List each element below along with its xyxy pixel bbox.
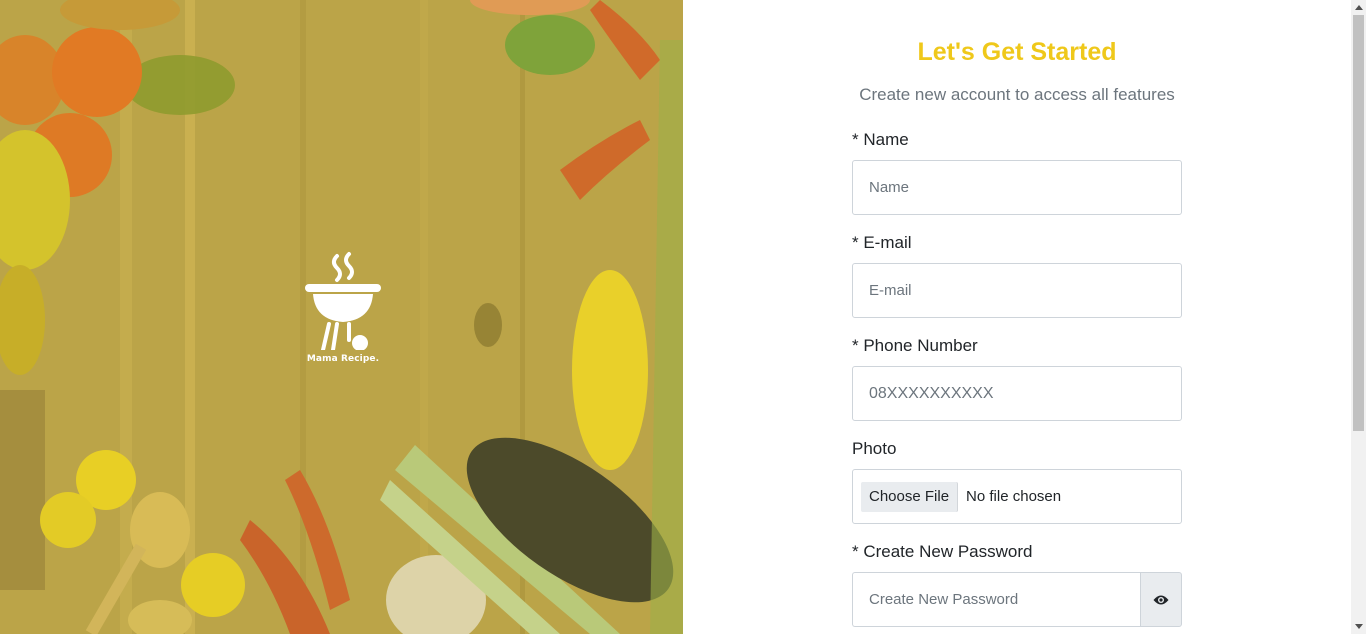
name-label: * Name	[852, 130, 909, 149]
scroll-down-arrow[interactable]	[1351, 619, 1366, 634]
email-input[interactable]: E-mail	[852, 263, 1182, 318]
signup-panel: Let's Get Started Create new account to …	[683, 0, 1351, 634]
password-placeholder: Create New Password	[869, 591, 1019, 608]
eye-icon	[1153, 595, 1169, 604]
email-label: * E-mail	[852, 233, 912, 252]
password-label: * Create New Password	[852, 542, 1033, 561]
page-title: Let's Get Started	[917, 38, 1117, 66]
choose-file-button[interactable]: Choose File	[861, 481, 959, 512]
show-password-button[interactable]	[1140, 572, 1182, 627]
password-input[interactable]: Create New Password	[852, 572, 1141, 627]
phone-label: * Phone Number	[852, 336, 978, 355]
scroll-up-arrow[interactable]	[1351, 0, 1366, 15]
email-placeholder: E-mail	[869, 282, 912, 299]
page-subtitle: Create new account to access all feature…	[859, 85, 1175, 104]
name-input[interactable]: Name	[852, 160, 1182, 215]
file-status: No file chosen	[966, 488, 1062, 505]
page-scrollbar[interactable]	[1351, 0, 1366, 634]
scroll-thumb[interactable]	[1353, 15, 1364, 431]
password-group: Create New Password	[852, 572, 1182, 627]
arrow-down-icon	[1354, 624, 1363, 629]
arrow-up-icon	[1354, 5, 1363, 10]
photo-file-input[interactable]: Choose File No file chosen	[852, 469, 1182, 524]
phone-placeholder: 08XXXXXXXXXX	[869, 384, 994, 402]
phone-input[interactable]: 08XXXXXXXXXX	[852, 366, 1182, 421]
brand-name: Mama Recipe.	[306, 354, 380, 364]
hero-panel: Mama Recipe.	[0, 0, 683, 634]
grill-icon	[305, 252, 381, 350]
photo-label: Photo	[852, 439, 897, 458]
brand-logo: Mama Recipe.	[283, 250, 403, 390]
name-placeholder: Name	[869, 179, 910, 196]
